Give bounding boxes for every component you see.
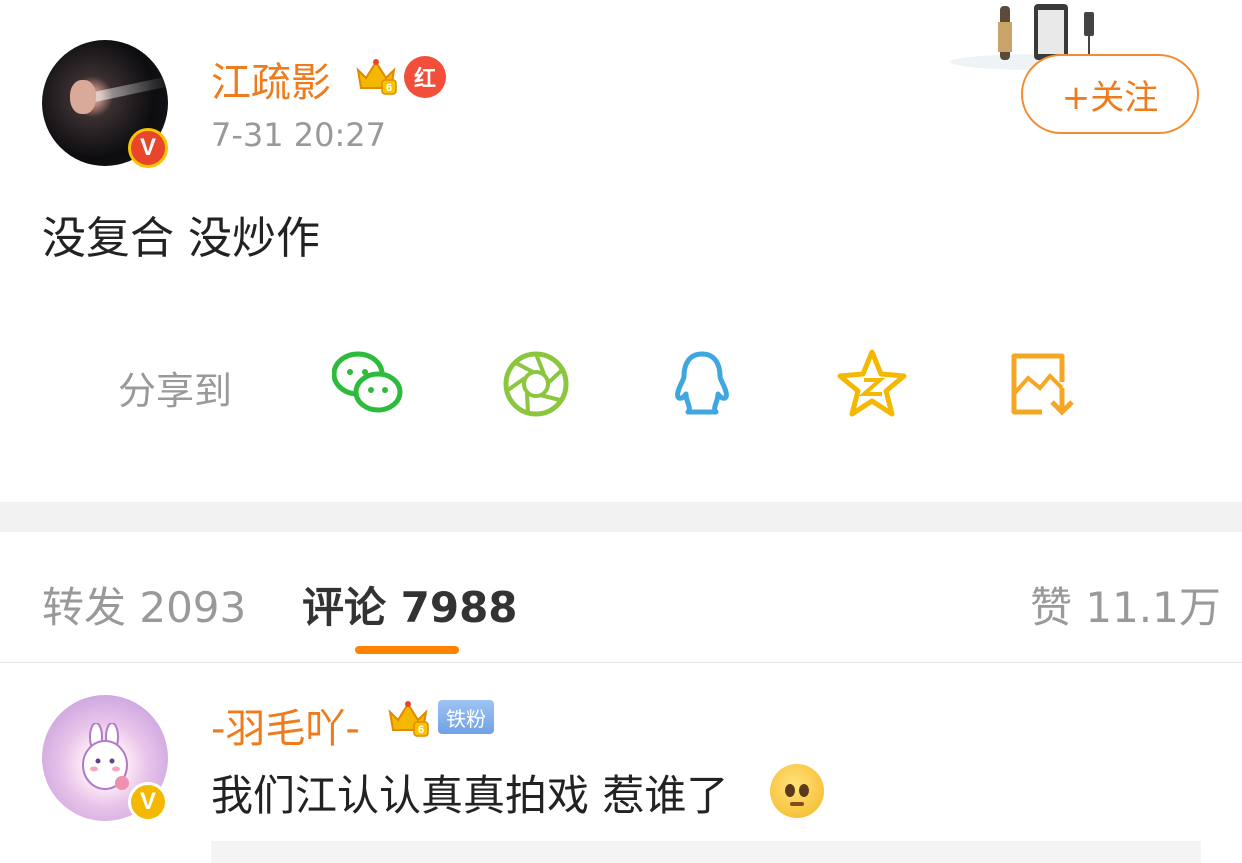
bunny-illustration (82, 723, 129, 790)
hot-red-badge-label: 红 (413, 67, 436, 92)
emoji-right-eye (799, 784, 809, 797)
tab-likes[interactable]: 赞 11.1万 (1030, 574, 1221, 635)
emoji-mouth (790, 802, 804, 806)
qq-icon[interactable] (666, 348, 738, 420)
verified-badge: V (128, 128, 168, 168)
hot-red-badge[interactable]: 红 (404, 56, 446, 98)
avatar-face (70, 80, 96, 114)
commenter-crown-icon[interactable]: 6 (386, 698, 430, 738)
tab-reposts[interactable]: 转发 2093 (42, 574, 246, 635)
wechat-icon[interactable] (332, 348, 404, 420)
save-image-icon[interactable] (1006, 348, 1078, 420)
emoji-left-eye (785, 784, 795, 797)
follow-button[interactable]: +关注 (1021, 54, 1199, 134)
commenter-crown-level: 6 (418, 724, 424, 736)
moments-icon[interactable] (500, 348, 572, 420)
section-divider (0, 502, 1242, 532)
author-name[interactable]: 江疏影 (211, 50, 331, 108)
active-tab-indicator (355, 646, 459, 654)
commenter-name[interactable]: -羽毛吖- (211, 696, 360, 754)
tabs-separator (0, 662, 1242, 663)
post-timestamp: 7-31 20:27 (211, 116, 387, 154)
comment-text: 我们江认认真真拍戏 惹谁了 (211, 771, 729, 820)
verified-badge-label: V (139, 134, 156, 161)
share-label: 分享到 (118, 369, 233, 413)
qzone-icon[interactable] (836, 348, 908, 420)
avatar-light-streak (91, 75, 168, 103)
member-crown-icon[interactable]: 6 (354, 56, 398, 96)
commenter-verified-label: V (139, 788, 156, 815)
tab-comments[interactable]: 评论 7988 (302, 574, 518, 635)
pleading-face-emoji-icon (770, 764, 824, 818)
post-text: 没复合 没炒作 (42, 213, 320, 264)
sub-comment-box[interactable] (211, 841, 1201, 863)
crown-level: 6 (386, 82, 392, 94)
fan-badge[interactable]: 铁粉 (438, 700, 494, 734)
commenter-verified-badge: V (128, 782, 168, 822)
